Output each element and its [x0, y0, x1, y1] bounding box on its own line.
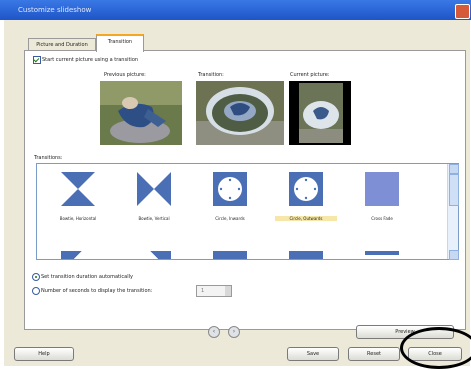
previous-picture-image: [100, 81, 182, 145]
manual-duration-label: Number of seconds to display the transit…: [41, 288, 153, 294]
next-picture-button[interactable]: ›: [228, 326, 240, 338]
auto-duration-radio[interactable]: [32, 273, 40, 281]
transition-seconds-spinner[interactable]: 1: [196, 285, 232, 297]
circle-inwards-icon: [213, 172, 247, 206]
highlight-circle: [400, 327, 471, 369]
scroll-down-icon[interactable]: [449, 250, 459, 260]
help-button[interactable]: Help: [14, 347, 74, 361]
transition-item-partial[interactable]: [213, 251, 247, 259]
previous-picture-button[interactable]: ‹: [208, 326, 220, 338]
transition-name: Bowtie, Vertical: [138, 216, 170, 221]
bowtie-horizontal-icon: [61, 172, 95, 206]
spinner-value: 1: [201, 288, 205, 294]
transition-item-partial[interactable]: [137, 251, 171, 259]
start-transition-checkbox[interactable]: [33, 56, 41, 64]
start-transition-label: Start current picture using a transition: [42, 57, 139, 63]
scroll-up-icon[interactable]: [449, 164, 459, 174]
transition-item-circle-outwards[interactable]: Circle, Outwards: [275, 170, 337, 222]
transition-item-partial[interactable]: [365, 251, 399, 259]
auto-duration-label: Set transition duration automatically: [41, 274, 133, 280]
cross-fade-icon: [365, 172, 399, 206]
save-button[interactable]: Save: [287, 347, 339, 361]
bowtie-vertical-icon: [137, 172, 171, 206]
spin-down-icon[interactable]: [225, 291, 231, 296]
current-picture-label: Current picture:: [290, 72, 330, 78]
transition-item-circle-inwards[interactable]: Circle, Inwards: [199, 170, 261, 222]
tab-transition[interactable]: Transition: [96, 34, 144, 52]
transition-name: Bowtie, Horizontal: [59, 216, 97, 221]
reset-button[interactable]: Reset: [348, 347, 400, 361]
previous-picture-label: Previous picture:: [104, 72, 146, 78]
transitions-label: Transitions:: [34, 155, 63, 161]
current-picture-image: [289, 81, 351, 145]
transition-item-cross-fade[interactable]: Cross Fade: [351, 170, 413, 222]
window-close-icon[interactable]: [455, 4, 470, 19]
window-title: Customize slideshow: [18, 6, 92, 14]
transition-item-partial[interactable]: [61, 251, 95, 259]
transition-name: Circle, Inwards: [215, 216, 245, 221]
transition-name: Circle, Outwards: [275, 216, 337, 221]
title-bar: Customize slideshow: [0, 0, 471, 20]
scrollbar-thumb[interactable]: [449, 174, 459, 206]
transition-preview-image: [196, 81, 284, 145]
circle-outwards-icon: [289, 172, 323, 206]
transition-item-partial[interactable]: [289, 251, 323, 259]
transition-preview-label: Transition:: [198, 72, 224, 78]
transition-item-bowtie-horizontal[interactable]: Bowtie, Horizontal: [47, 170, 109, 222]
manual-duration-radio[interactable]: [32, 287, 40, 295]
transition-item-bowtie-vertical[interactable]: Bowtie, Vertical: [123, 170, 185, 222]
transitions-list[interactable]: Bowtie, Horizontal Bowtie, Vertical Circ…: [36, 163, 459, 260]
transition-name: Cross Fade: [371, 216, 393, 221]
transitions-scrollbar[interactable]: [447, 164, 459, 260]
